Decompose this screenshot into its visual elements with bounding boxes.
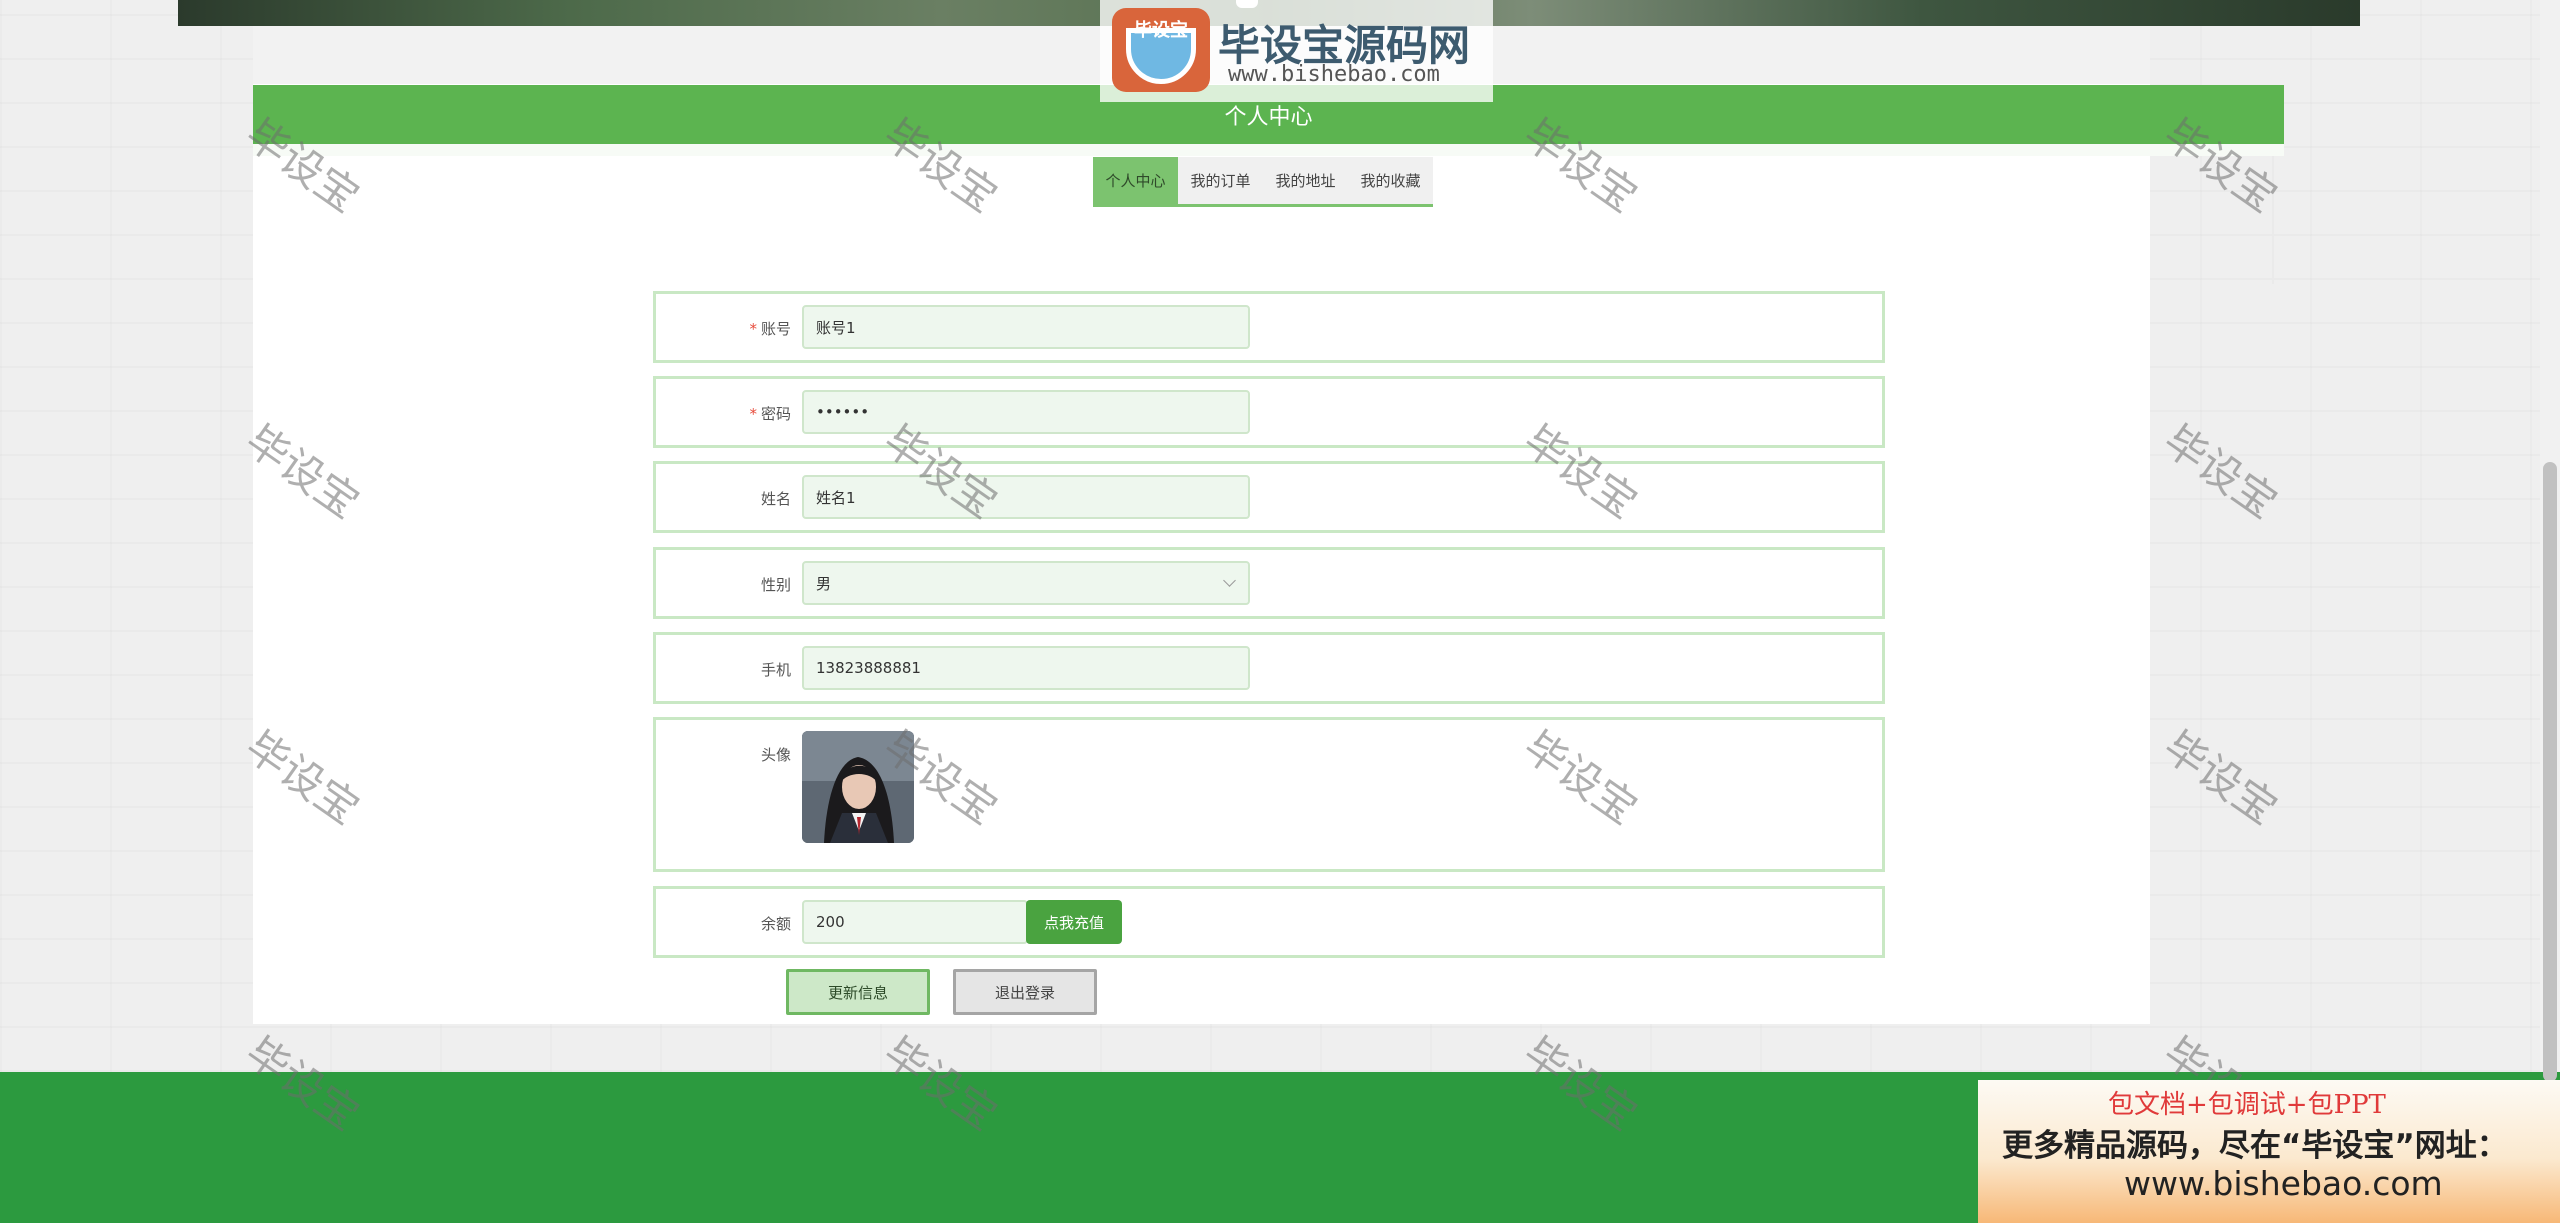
- promo-line-2: 更多精品源码，尽在“毕设宝”网址：: [2002, 1128, 2508, 1164]
- gender-select[interactable]: 男: [802, 561, 1250, 605]
- title-underband: [253, 144, 2284, 156]
- tab-profile[interactable]: 个人中心: [1093, 157, 1178, 204]
- phone-label: 手机: [760, 661, 791, 679]
- avatar[interactable]: [802, 731, 914, 843]
- form-row-avatar: 头像: [653, 717, 1885, 872]
- tab-favorites[interactable]: 我的收藏: [1348, 157, 1433, 204]
- form-row-account: * 账号 账号1: [653, 291, 1885, 363]
- logo-mascot-icon: 毕设宝: [1112, 8, 1210, 92]
- recharge-button[interactable]: 点我充值: [1026, 900, 1122, 944]
- form-row-phone: 手机 13823888881: [653, 632, 1885, 704]
- tab-orders[interactable]: 我的订单: [1178, 157, 1263, 204]
- avatar-label: 头像: [760, 746, 791, 764]
- password-label: * 密码: [749, 405, 791, 423]
- update-info-button[interactable]: 更新信息: [786, 969, 930, 1015]
- required-mark: *: [749, 320, 757, 338]
- gender-selected-value: 男: [816, 574, 832, 593]
- logout-button[interactable]: 退出登录: [953, 969, 1097, 1015]
- profile-tabs: 个人中心 我的订单 我的地址 我的收藏: [1093, 157, 1433, 207]
- balance-label: 余额: [760, 915, 791, 933]
- promo-line-1: 包文档+包调试+包PPT: [2108, 1090, 2386, 1120]
- name-input[interactable]: 姓名1: [802, 475, 1250, 519]
- promo-line-3: www.bishebao.com: [2124, 1164, 2443, 1203]
- form-row-balance: 余额 200 点我充值: [653, 886, 1885, 958]
- name-label: 姓名: [760, 490, 791, 508]
- password-input[interactable]: ••••••: [802, 390, 1250, 434]
- chevron-down-icon: [1223, 574, 1236, 587]
- promo-banner: 包文档+包调试+包PPT 更多精品源码，尽在“毕设宝”网址： www.bishe…: [1978, 1080, 2560, 1223]
- account-input[interactable]: 账号1: [802, 305, 1250, 349]
- scrollbar-thumb[interactable]: [2543, 462, 2557, 1082]
- tab-address[interactable]: 我的地址: [1263, 157, 1348, 204]
- divider: [2272, 156, 2274, 284]
- gender-label: 性别: [760, 576, 791, 594]
- account-label: * 账号: [749, 320, 791, 338]
- avatar-photo: [802, 731, 914, 843]
- watermark-logo: 毕设宝 毕设宝源码网 www.bishebao.com: [1100, 0, 1493, 102]
- required-mark: *: [749, 405, 757, 423]
- form-row-gender: 性别 男: [653, 547, 1885, 619]
- page-title: 个人中心: [1224, 104, 1313, 130]
- form-row-password: * 密码 ••••••: [653, 376, 1885, 448]
- balance-input[interactable]: 200: [802, 900, 1028, 944]
- phone-input[interactable]: 13823888881: [802, 646, 1250, 690]
- form-row-name: 姓名 姓名1: [653, 461, 1885, 533]
- logo-url: www.bishebao.com: [1228, 62, 1440, 87]
